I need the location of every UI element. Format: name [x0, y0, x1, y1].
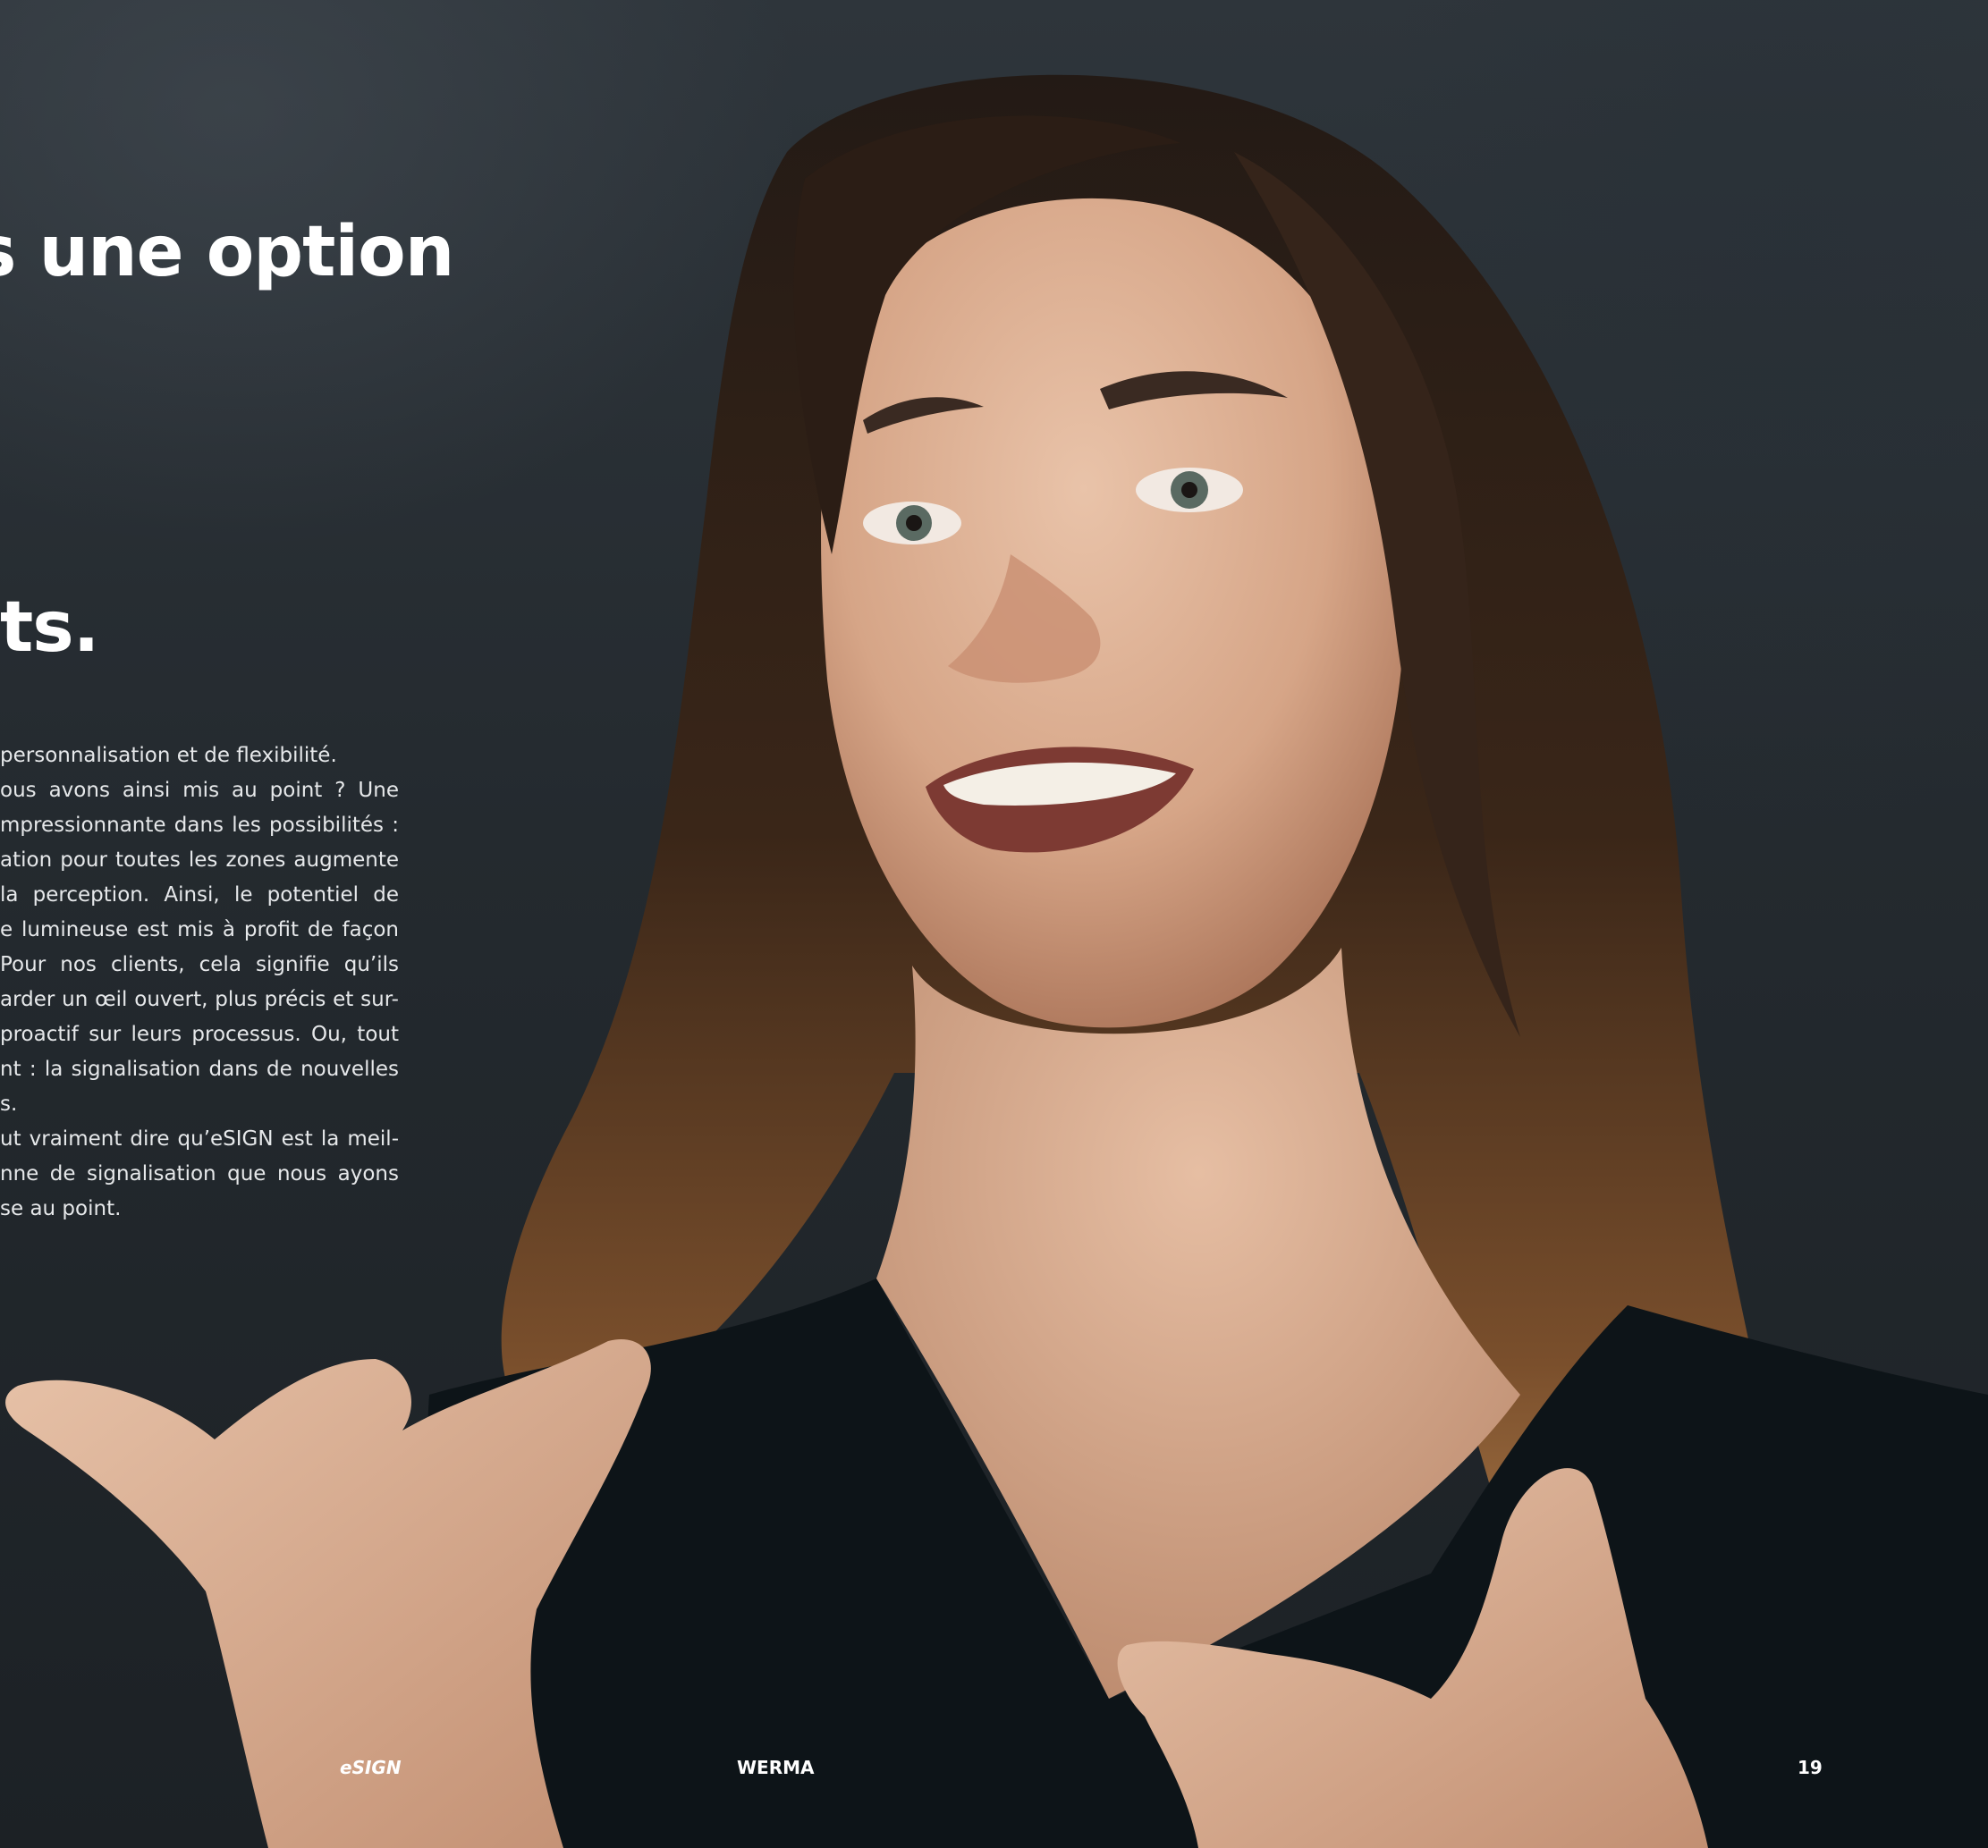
- body-line: Pour nos clients, cela signifie qu’ils: [0, 953, 399, 976]
- body-line: ut vraiment dire qu’eSIGN est la meil-: [0, 1127, 399, 1151]
- body-line: s.: [0, 1093, 18, 1116]
- body-line: mpressionnante dans les possibilités :: [0, 814, 399, 837]
- footer-product-name: eSIGN: [340, 1757, 402, 1778]
- body-line: ous avons ainsi mis au point ? Une: [0, 779, 399, 802]
- footer-brand: WERMA: [737, 1757, 815, 1778]
- page-number: 19: [1798, 1757, 1823, 1778]
- body-line: arder un œil ouvert, plus précis et sur-: [0, 988, 399, 1011]
- body-line: personnalisation et de flexibilité.: [0, 744, 337, 767]
- heading-line-2: ts.: [0, 587, 99, 668]
- body-paragraph: personnalisation et de flexibilité. ous …: [0, 738, 399, 1227]
- body-line: proactif sur leurs processus. Ou, tout: [0, 1023, 399, 1046]
- body-line: nne de signalisation que nous ayons: [0, 1162, 399, 1186]
- body-line: e lumineuse est mis à profit de façon: [0, 918, 399, 941]
- heading-line-1: s une option: [0, 212, 454, 292]
- body-line: nt : la signalisation dans de nouvelles: [0, 1058, 399, 1081]
- body-line: ation pour toutes les zones augmente: [0, 848, 399, 872]
- body-line: la perception. Ainsi, le potentiel de: [0, 883, 399, 907]
- body-line: se au point.: [0, 1197, 122, 1220]
